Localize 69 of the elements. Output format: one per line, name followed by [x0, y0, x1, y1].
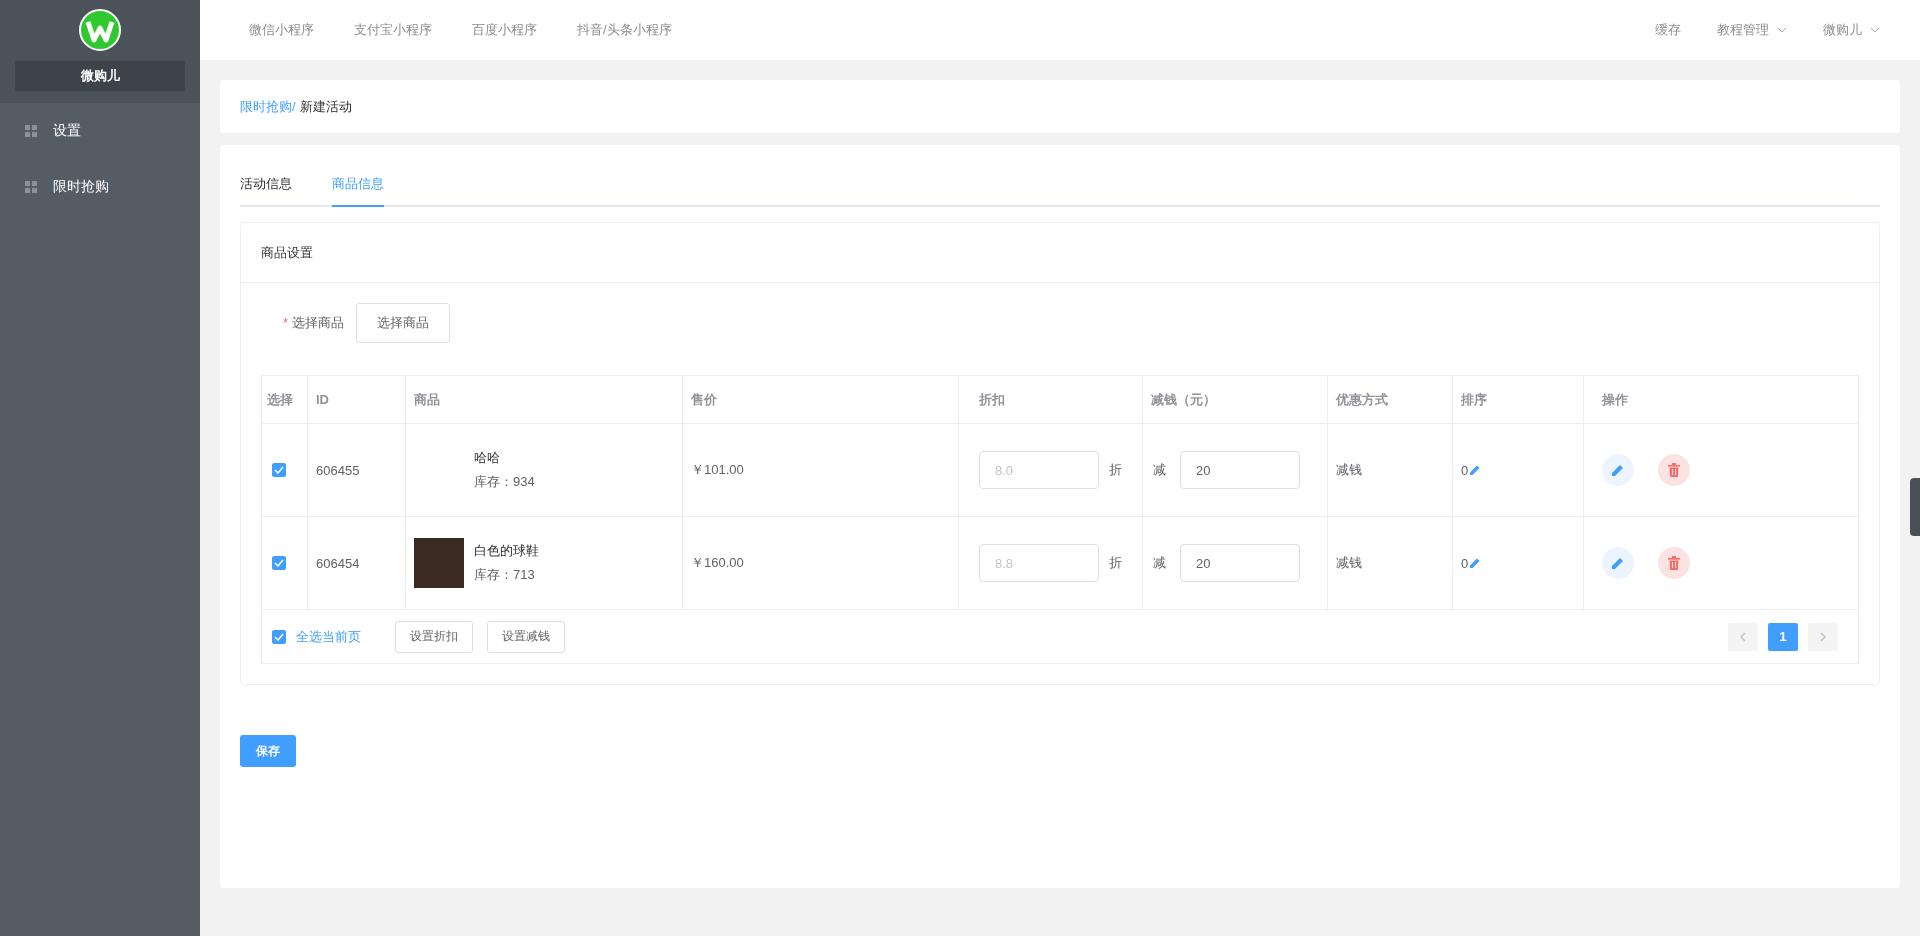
trash-icon — [1668, 556, 1680, 570]
table-cell: 606454 — [316, 555, 360, 571]
chevron-right-icon — [1819, 631, 1827, 642]
product-name: 白色的球鞋 — [474, 542, 539, 560]
edit-button[interactable] — [1602, 547, 1634, 579]
breadcrumb-current: 新建活动 — [299, 97, 352, 116]
column-header: 排序 — [1453, 376, 1584, 423]
delete-button[interactable] — [1658, 547, 1690, 579]
column-header: 折扣 — [959, 376, 1143, 423]
trash-icon — [1668, 463, 1680, 477]
row-checkbox[interactable] — [272, 556, 286, 570]
table-cell: 减钱 — [1336, 554, 1362, 572]
field-label: * 选择商品 — [283, 314, 344, 332]
table-cell: 606455 — [316, 462, 360, 478]
top-nav-link[interactable]: 微信小程序 — [249, 21, 314, 39]
column-header: 优惠方式 — [1328, 376, 1453, 423]
grid-icon — [25, 125, 37, 137]
pencil-icon[interactable] — [1469, 464, 1482, 476]
select-all-checkbox[interactable] — [272, 629, 286, 644]
column-header: 操作 — [1601, 390, 1629, 409]
save-button[interactable]: 保存 — [240, 735, 296, 767]
pencil-icon — [1611, 463, 1625, 477]
unit-label: 减 — [1153, 554, 1166, 572]
product-stock: 库存：934 — [474, 473, 535, 491]
delete-button[interactable] — [1658, 454, 1690, 486]
column-header: 减钱（元） — [1143, 376, 1328, 423]
sidebar-item[interactable]: 限时抢购 — [0, 159, 200, 215]
reduce-input[interactable]: 20 — [1180, 451, 1300, 489]
column-header: 选择 — [262, 376, 308, 423]
page-button[interactable]: 1 — [1768, 622, 1798, 651]
table-cell: ￥160.00 — [691, 554, 744, 572]
batch-button[interactable]: 设置减钱 — [487, 620, 565, 653]
top-nav-link[interactable]: 抖音/头条小程序 — [577, 21, 672, 39]
column-header: ID — [308, 376, 406, 423]
top-menu-link[interactable]: 缓存 — [1655, 21, 1681, 39]
discount-input[interactable]: 8.8 — [979, 544, 1099, 582]
sidebar-item[interactable]: 设置 — [0, 103, 200, 159]
top-menu-link[interactable]: 教程管理 — [1717, 21, 1787, 39]
sort-value: 0 — [1461, 555, 1469, 571]
top-menu-link[interactable]: 微购儿 — [1823, 21, 1880, 39]
tab[interactable]: 商品信息 — [332, 166, 384, 207]
card-title: 商品设置 — [241, 223, 1879, 283]
row-checkbox[interactable] — [272, 463, 286, 477]
top-nav-link[interactable]: 支付宝小程序 — [354, 21, 432, 39]
unit-label: 减 — [1153, 461, 1166, 479]
breadcrumb-link[interactable]: 限时抢购/ — [240, 97, 296, 116]
pencil-icon[interactable] — [1469, 557, 1482, 569]
select-product-button[interactable]: 选择商品 — [355, 303, 450, 343]
pencil-icon — [1611, 556, 1625, 570]
chevron-left-icon — [1739, 631, 1747, 642]
column-header: 商品 — [406, 376, 683, 423]
top-nav-link[interactable]: 百度小程序 — [472, 21, 537, 39]
column-header: 售价 — [683, 376, 959, 423]
unit-label: 折 — [1109, 554, 1122, 572]
select-all-label[interactable]: 全选当前页 — [296, 627, 361, 646]
edit-button[interactable] — [1602, 454, 1634, 486]
reduce-input[interactable]: 20 — [1180, 544, 1300, 582]
table-cell: 减钱 — [1336, 461, 1362, 479]
discount-input[interactable]: 8.0 — [979, 451, 1099, 489]
batch-button[interactable]: 设置折扣 — [395, 620, 473, 653]
product-stock: 库存：713 — [474, 566, 536, 584]
tab[interactable]: 活动信息 — [240, 166, 292, 205]
logo-icon — [79, 9, 121, 51]
brand-name: 微购儿 — [15, 61, 185, 91]
unit-label: 折 — [1109, 461, 1122, 479]
table-cell: ￥101.00 — [691, 461, 744, 479]
grid-icon — [25, 181, 37, 193]
product-name: 哈哈 — [474, 449, 501, 467]
sort-value: 0 — [1461, 462, 1469, 478]
